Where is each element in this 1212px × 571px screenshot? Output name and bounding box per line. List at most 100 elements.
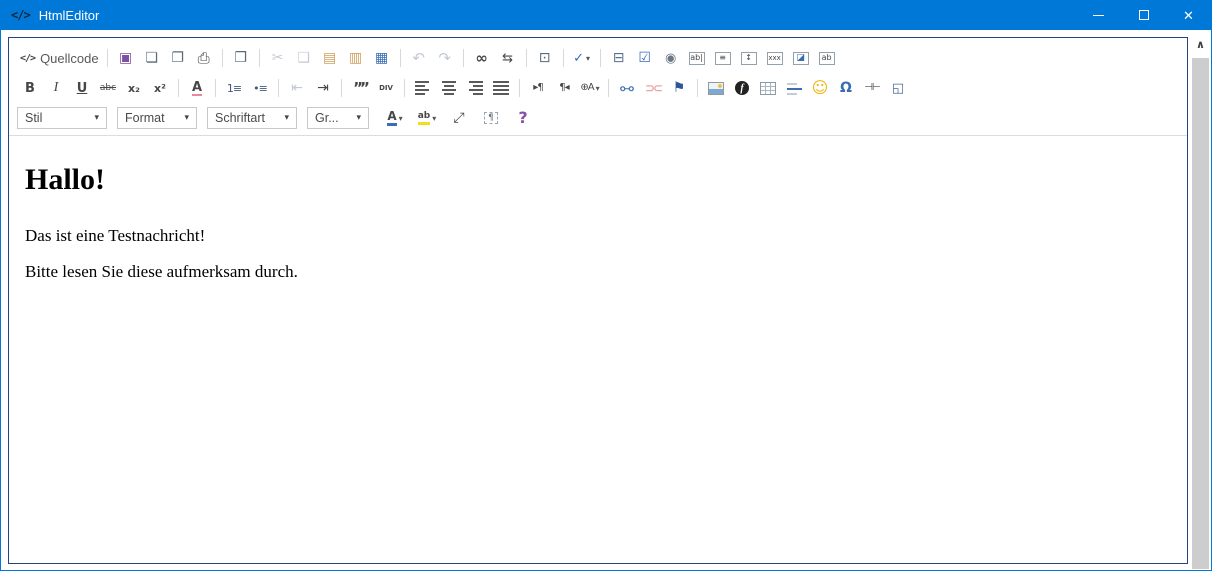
button-button[interactable]: ab: [815, 46, 839, 71]
close-button[interactable]: ✕: [1166, 0, 1211, 30]
textarea-button[interactable]: ≡: [711, 46, 735, 71]
maximize-button[interactable]: ⤢: [447, 106, 471, 131]
text-field-button[interactable]: ab|: [685, 46, 709, 71]
select-all-button[interactable]: ⊡: [533, 46, 557, 71]
align-center-button[interactable]: [437, 76, 461, 101]
hr-icon: [787, 82, 802, 95]
title-bar: </> HtmlEditor ✕: [1, 0, 1211, 30]
show-blocks-button[interactable]: ¶: [479, 106, 503, 131]
align-justify-button[interactable]: [489, 76, 513, 101]
horizontal-rule-button[interactable]: [782, 76, 806, 101]
align-left-button[interactable]: [411, 76, 435, 101]
background-color-button[interactable]: ab▾: [415, 106, 439, 131]
toolbar: </>Quellcode▣❏❐⎙❒✂❑▤▥▦↶↷∞⇆⊡✓▾⊟☑◉ab|≡↕xxx…: [9, 38, 1187, 136]
editor-content-area[interactable]: Hallo! Das ist eine Testnachricht! Bitte…: [9, 136, 1187, 563]
blockquote-icon: ””: [353, 81, 367, 96]
table-button[interactable]: [756, 76, 780, 101]
preview-button[interactable]: ❐: [166, 46, 190, 71]
undo-button[interactable]: ↶: [407, 46, 431, 71]
format-dropdown[interactable]: Format▾: [117, 107, 197, 129]
size-dropdown-label: Gr...: [315, 111, 339, 125]
align-right-button[interactable]: [463, 76, 487, 101]
minimize-button[interactable]: [1076, 0, 1121, 30]
templates-button[interactable]: ❒: [229, 46, 253, 71]
scroll-up-button[interactable]: ∧: [1192, 30, 1209, 58]
caret-down-icon: ▾: [586, 54, 590, 63]
window-controls: ✕: [1076, 0, 1211, 30]
maximize-window-button[interactable]: [1121, 0, 1166, 30]
bgcolor-icon: ab: [418, 112, 431, 125]
style-dropdown-label: Stil: [25, 111, 42, 125]
blockquote-button[interactable]: ””: [348, 76, 372, 101]
source-icon: </>: [20, 53, 35, 64]
image-button-button[interactable]: ◪: [789, 46, 813, 71]
replace-button[interactable]: ⇆: [496, 46, 520, 71]
bold-icon: B: [25, 82, 35, 95]
style-dropdown[interactable]: Stil▾: [17, 107, 107, 129]
bold-button[interactable]: B: [18, 76, 42, 101]
copy-button[interactable]: ❑: [292, 46, 316, 71]
subscript-button[interactable]: x₂: [122, 76, 146, 101]
save-button[interactable]: ▣: [114, 46, 138, 71]
select-field-button[interactable]: ↕: [737, 46, 761, 71]
vertical-scrollbar[interactable]: ∧: [1192, 30, 1209, 569]
div-icon: DIV: [379, 85, 393, 91]
iframe-button[interactable]: ◱: [886, 76, 910, 101]
preview-icon: ❐: [171, 51, 184, 65]
toolbar-separator: [519, 79, 520, 97]
page-break-button[interactable]: ⊣⊢: [860, 76, 884, 101]
image-button[interactable]: [704, 76, 728, 101]
toolbar-row-2: BIUabcx₂x² A 1≡•≡ ⇤ ⇥ ”” DIV ▸¶ ¶◂ ⊕A▾ ⧟⊃⊂⚑ f ☺Ω⊣⊢◱: [17, 73, 1187, 103]
print-button[interactable]: ⎙: [192, 46, 216, 71]
superscript-button[interactable]: x²: [148, 76, 172, 101]
smiley-button[interactable]: ☺: [808, 76, 832, 101]
up-arrow-icon: ∧: [1196, 38, 1205, 51]
checkbox-button[interactable]: ☑: [633, 46, 657, 71]
paste-text-button[interactable]: ▥: [344, 46, 368, 71]
caret-down-icon: ▾: [284, 113, 289, 123]
toolbar-separator: [278, 79, 279, 97]
form-icon: ⊟: [613, 51, 625, 65]
numbered-list-button[interactable]: 1≡: [222, 76, 246, 101]
aligncenter-icon: [441, 81, 457, 95]
form-button[interactable]: ⊟: [607, 46, 631, 71]
remove-format-button[interactable]: A: [185, 76, 209, 101]
indent-icon: ⇥: [317, 81, 329, 95]
increase-indent-button[interactable]: ⇥: [311, 76, 335, 101]
toolbar-separator: [697, 79, 698, 97]
redo-button[interactable]: ↷: [433, 46, 457, 71]
strikethrough-button[interactable]: abc: [96, 76, 120, 101]
radio-button[interactable]: ◉: [659, 46, 683, 71]
textarea-icon: ≡: [715, 52, 731, 65]
unlink-button[interactable]: ⊃⊂: [641, 76, 665, 101]
flash-button[interactable]: f: [730, 76, 754, 101]
about-button[interactable]: ?: [511, 106, 535, 131]
paste-from-word-button[interactable]: ▦: [370, 46, 394, 71]
bidi-ltr-button[interactable]: ▸¶: [526, 76, 550, 101]
minimize-icon: [1093, 15, 1104, 16]
font-dropdown[interactable]: Schriftart▾: [207, 107, 297, 129]
size-dropdown[interactable]: Gr...▾: [307, 107, 369, 129]
div-container-button[interactable]: DIV: [374, 76, 398, 101]
decrease-indent-button[interactable]: ⇤: [285, 76, 309, 101]
paste-button[interactable]: ▤: [318, 46, 342, 71]
hidden-field-button[interactable]: xxx: [763, 46, 787, 71]
bidi-rtl-button[interactable]: ¶◂: [552, 76, 576, 101]
text-color-button[interactable]: A▾: [383, 106, 407, 131]
find-icon: ∞: [475, 51, 488, 66]
special-char-button[interactable]: Ω: [834, 76, 858, 101]
underline-button[interactable]: U: [70, 76, 94, 101]
bidirtl-icon: ¶◂: [559, 83, 568, 93]
newpage-button[interactable]: ❏: [140, 46, 164, 71]
language-button[interactable]: ⊕A▾: [578, 76, 602, 101]
bulleted-list-button[interactable]: •≡: [248, 76, 272, 101]
find-button[interactable]: ∞: [470, 46, 494, 71]
pastetext-icon: ▥: [349, 51, 362, 65]
spellcheck-icon: ✓: [573, 52, 584, 65]
spellcheck-button[interactable]: ✓▾: [570, 46, 594, 71]
source-button[interactable]: </>Quellcode: [18, 46, 101, 71]
cut-button[interactable]: ✂: [266, 46, 290, 71]
italic-button[interactable]: I: [44, 76, 68, 101]
anchor-button[interactable]: ⚑: [667, 76, 691, 101]
link-button[interactable]: ⧟: [615, 76, 639, 101]
